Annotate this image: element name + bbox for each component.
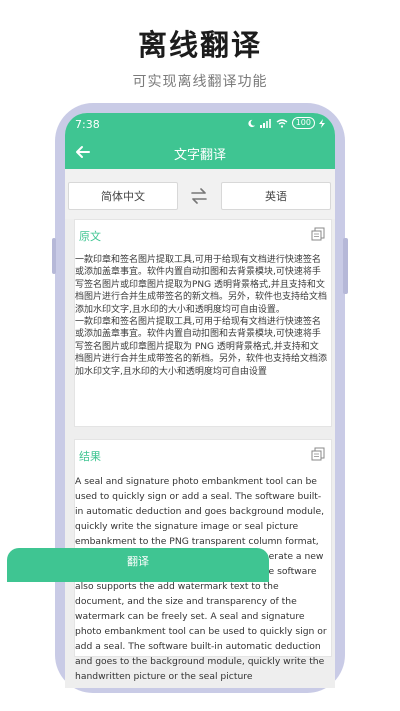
result-card-title: 结果: [79, 450, 101, 463]
language-selector: 简体中文 英语: [65, 169, 335, 219]
phone-screen: 7:38 100 文字翻译 简体中文 英语 原文 一款印章和签名图片提取工具,可…: [65, 113, 335, 688]
swap-arrows-icon[interactable]: [190, 188, 208, 204]
status-icons: 100: [247, 117, 325, 129]
source-card-title: 原文: [79, 230, 101, 243]
source-text-card: 原文 一款印章和签名图片提取工具,可用于给现有文档进行快速签名或添加盖章事宜。软…: [74, 219, 332, 427]
source-language-button[interactable]: 简体中文: [68, 182, 178, 210]
wifi-icon: [276, 118, 288, 128]
app-bar: 文字翻译: [65, 135, 335, 169]
page-title: 文字翻译: [173, 148, 226, 163]
promo-subline: 可实现离线翻译功能: [132, 74, 268, 90]
volume-button: [52, 238, 56, 274]
copy-icon[interactable]: [311, 227, 325, 241]
charging-icon: [319, 118, 325, 128]
battery-icon: 100: [291, 117, 315, 129]
power-button: [343, 238, 348, 294]
signal-icon: [259, 118, 271, 128]
moon-icon: [248, 119, 255, 127]
status-time: 7:38: [75, 118, 100, 131]
promo-headline: 离线翻译: [137, 28, 262, 62]
source-text-area[interactable]: 一款印章和签名图片提取工具,可用于给现有文档进行快速签名或添加盖章事宜。软件内置…: [75, 254, 327, 378]
target-language-button[interactable]: 英语: [221, 182, 331, 210]
translate-button[interactable]: 翻译: [7, 548, 269, 582]
status-bar: 7:38 100: [65, 113, 335, 135]
copy-icon[interactable]: [311, 447, 325, 461]
